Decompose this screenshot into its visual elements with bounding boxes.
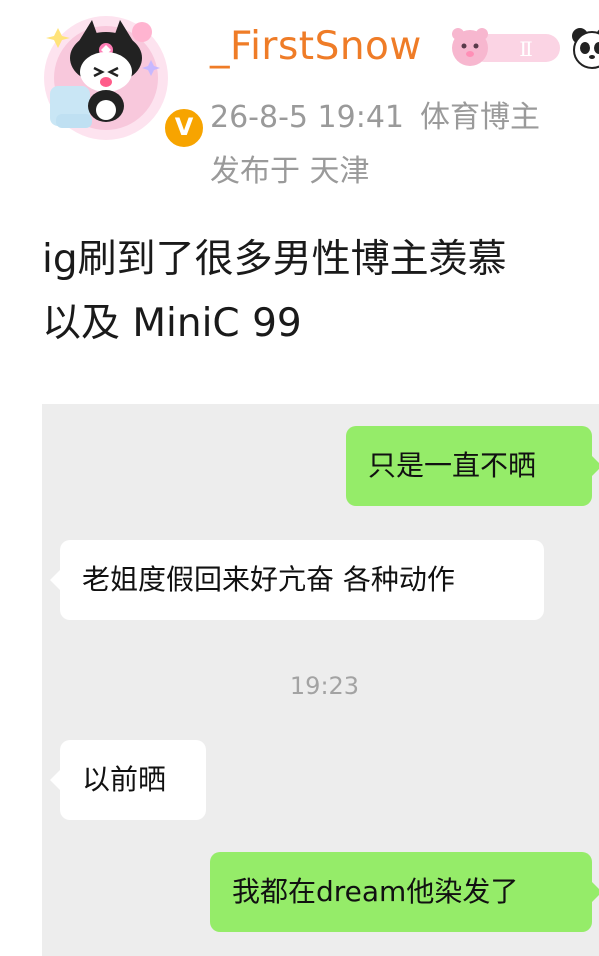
author-role: 体育博主 <box>420 100 540 135</box>
chat-screenshot-image[interactable]: 只是一直不晒 老姐度假回来好亢奋 各种动作 19:23 以前晒 我都在dream… <box>42 404 599 956</box>
post-text-line: ig刷到了很多男性博主羡慕 <box>42 237 507 282</box>
rank-badge-label: Ⅱ <box>519 37 533 61</box>
post-meta: 26-8-5 19:41 体育博主 <box>210 92 540 136</box>
chat-timestamp: 19:23 <box>289 672 360 700</box>
post-body: ig刷到了很多男性博主羡慕 以及 MiniC 99 <box>42 228 599 356</box>
kuromi-avatar-icon <box>44 16 168 140</box>
their-message-bubble: 以前晒 <box>50 740 206 820</box>
weibo-post-page: V _FirstSnow Ⅱ 26-8-5 19:41 体育博主 发布于 天津 <box>0 0 599 956</box>
rank-badge[interactable]: Ⅱ <box>450 26 562 70</box>
pink-bear-rank-icon: Ⅱ <box>452 28 560 66</box>
panda-badge[interactable] <box>570 26 599 70</box>
user-avatar[interactable]: V <box>36 6 206 150</box>
my-message-bubble: 我都在dream他染发了 <box>210 852 599 932</box>
username[interactable]: _FirstSnow <box>210 24 422 69</box>
verified-badge-icon: V <box>162 106 206 150</box>
post-text-line: 以及 MiniC 99 <box>42 301 302 346</box>
post-location: 发布于 天津 <box>210 154 370 189</box>
my-message-bubble: 只是一直不晒 <box>346 426 599 506</box>
post-timestamp: 26-8-5 19:41 <box>210 100 404 135</box>
their-message-bubble: 老姐度假回来好亢奋 各种动作 <box>50 540 544 620</box>
panda-icon <box>572 28 599 69</box>
